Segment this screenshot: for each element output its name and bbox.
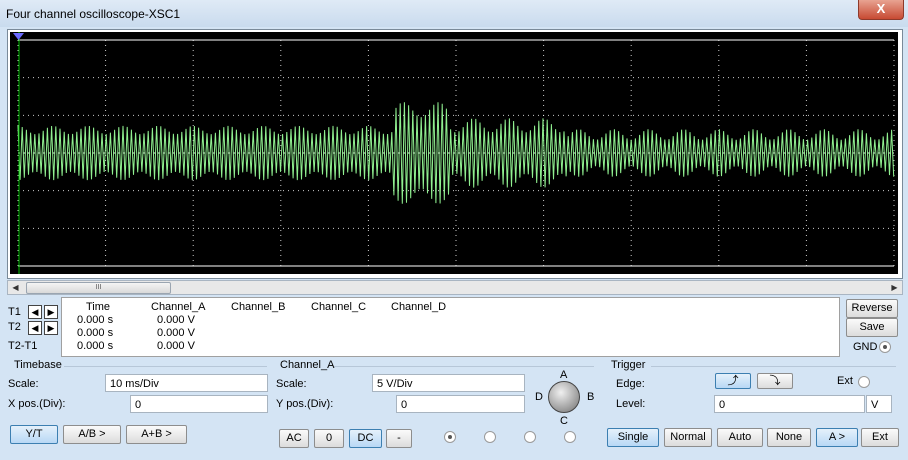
rising-edge-icon[interactable]: ⤴ — [715, 373, 751, 389]
knob-label-d: D — [535, 391, 543, 403]
invert-button[interactable]: - — [386, 429, 412, 448]
t1-label: T1 — [8, 306, 21, 318]
trigger-source-button[interactable]: A > — [816, 428, 858, 447]
header-channel-a: Channel_A — [151, 301, 206, 313]
channel-scale-label: Scale: — [276, 378, 307, 390]
channel-scale-input[interactable]: 5 V/Div — [372, 374, 525, 392]
timebase-divider — [64, 366, 267, 367]
a-plus-b-button[interactable]: A+B > — [126, 425, 187, 444]
normal-trigger-button[interactable]: Normal — [664, 428, 712, 447]
t2-t1-label: T2-T1 — [8, 340, 38, 352]
row1-channel-a: 0.000 V — [157, 314, 195, 326]
trigger-level-input[interactable]: 0 — [714, 395, 865, 413]
falling-edge-icon[interactable]: ⤵ — [757, 373, 793, 389]
trigger-edge-label: Edge: — [616, 378, 645, 390]
row3-channel-a: 0.000 V — [157, 340, 195, 352]
row2-channel-a: 0.000 V — [157, 327, 195, 339]
trigger-ext-radio[interactable] — [858, 376, 870, 388]
dc-coupling-button[interactable]: DC — [349, 429, 382, 448]
gnd-label: GND — [853, 341, 878, 353]
row3-time: 0.000 s — [77, 340, 114, 352]
close-button[interactable]: X — [858, 0, 904, 20]
channel-d-radio[interactable] — [564, 431, 576, 443]
trigger-divider — [651, 366, 896, 367]
knob-label-c: C — [560, 415, 568, 427]
cursor-readout-table: Time Channel_A Channel_B Channel_C Chann… — [61, 297, 840, 357]
header-time: Time — [86, 301, 111, 313]
scrollbar-thumb[interactable]: III — [26, 282, 171, 294]
row1-time: 0.000 s — [77, 314, 114, 326]
row2-time: 0.000 s — [77, 327, 114, 339]
timebase-group-label: Timebase — [14, 359, 62, 371]
title-bar: Four channel oscilloscope-XSC1 — [0, 0, 908, 27]
window-title: Four channel oscilloscope-XSC1 — [6, 7, 181, 21]
a-over-b-button[interactable]: A/B > — [63, 425, 121, 444]
channel-group-label: Channel_A — [280, 359, 335, 371]
scroll-left-icon[interactable]: ◀ — [9, 281, 22, 294]
knob-label-a: A — [560, 369, 568, 381]
trigger-group-label: Trigger — [611, 359, 646, 371]
oscilloscope-screen-frame — [7, 29, 903, 279]
timebase-scale-input[interactable]: 10 ms/Div — [105, 374, 268, 392]
ac-coupling-button[interactable]: AC — [279, 429, 309, 448]
oscilloscope-display — [10, 32, 898, 274]
trigger-ext-label: Ext — [837, 375, 853, 387]
header-channel-c: Channel_C — [311, 301, 367, 313]
t1-left-arrow-icon[interactable]: ◀ — [28, 305, 42, 319]
channel-c-radio[interactable] — [524, 431, 536, 443]
timebase-xpos-label: X pos.(Div): — [8, 398, 66, 410]
yt-button[interactable]: Y/T — [10, 425, 58, 444]
channel-selector-knob[interactable] — [548, 381, 580, 413]
none-trigger-button[interactable]: None — [767, 428, 811, 447]
t1-right-arrow-icon[interactable]: ▶ — [44, 305, 58, 319]
gnd-radio[interactable] — [879, 341, 891, 353]
scroll-right-icon[interactable]: ▶ — [888, 281, 901, 294]
trigger-level-label: Level: — [616, 398, 646, 410]
auto-trigger-button[interactable]: Auto — [717, 428, 763, 447]
header-channel-b: Channel_B — [231, 301, 286, 313]
channel-a-radio[interactable] — [444, 431, 456, 443]
single-trigger-button[interactable]: Single — [607, 428, 659, 447]
channel-divider — [334, 366, 594, 367]
timebase-scale-label: Scale: — [8, 378, 39, 390]
header-channel-d: Channel_D — [391, 301, 447, 313]
reverse-button[interactable]: Reverse — [846, 299, 898, 318]
save-button[interactable]: Save — [846, 318, 898, 337]
knob-label-b: B — [587, 391, 595, 403]
trigger-ext-button[interactable]: Ext — [861, 428, 899, 447]
channel-ypos-input[interactable]: 0 — [396, 395, 525, 413]
t2-left-arrow-icon[interactable]: ◀ — [28, 321, 42, 335]
channel-ypos-label: Y pos.(Div): — [276, 398, 334, 410]
t2-label: T2 — [8, 321, 21, 333]
trigger-level-unit[interactable]: V — [866, 395, 892, 413]
horizontal-scrollbar[interactable]: ◀ III ▶ — [7, 280, 903, 295]
t2-right-arrow-icon[interactable]: ▶ — [44, 321, 58, 335]
timebase-xpos-input[interactable]: 0 — [130, 395, 268, 413]
channel-b-radio[interactable] — [484, 431, 496, 443]
zero-coupling-button[interactable]: 0 — [314, 429, 344, 448]
